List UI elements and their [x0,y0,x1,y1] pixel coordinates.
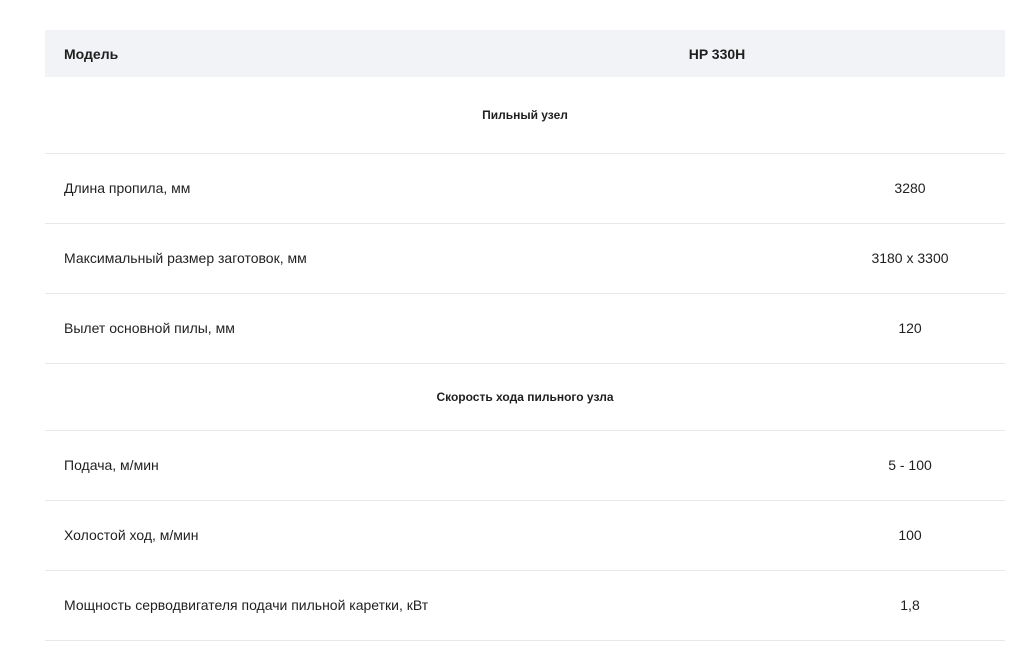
table-row: Максимальный размер заготовок, мм 3180 x… [45,223,1005,293]
table-row: Вылет основной пилы, мм 120 [45,293,1005,363]
param-label: Вылет основной пилы, мм [64,320,235,336]
model-value: HP 330H [688,45,746,62]
param-value: 100 [898,527,922,543]
param-label: Длина пропила, мм [64,180,191,196]
param-value: 3280 [894,180,926,196]
model-label: Модель [64,45,119,62]
table-row: Длина пропила, мм 3280 [45,153,1005,223]
param-label: Подача, м/мин [64,457,159,473]
section-title: Скорость хода пильного узла [436,389,614,404]
param-value: 1,8 [900,597,920,613]
table-row: Подача, м/мин 5 - 100 [45,430,1005,500]
param-value: 120 [898,320,922,336]
spec-table: Модель HP 330H Пильный узел Длина пропил… [45,30,1005,641]
section-row-saw-unit: Пильный узел [45,77,1005,153]
param-value: 3180 x 3300 [871,250,949,266]
param-value: 5 - 100 [888,457,932,473]
param-label: Холостой ход, м/мин [64,527,199,543]
table-row: Холостой ход, м/мин 100 [45,500,1005,570]
section-row-speed: Скорость хода пильного узла [45,363,1005,430]
section-title: Пильный узел [482,107,568,122]
param-label: Максимальный размер заготовок, мм [64,250,307,266]
param-label: Мощность серводвигателя подачи пильной к… [64,597,429,613]
table-header-row: Модель HP 330H [45,30,1005,77]
table-row: Мощность серводвигателя подачи пильной к… [45,570,1005,640]
